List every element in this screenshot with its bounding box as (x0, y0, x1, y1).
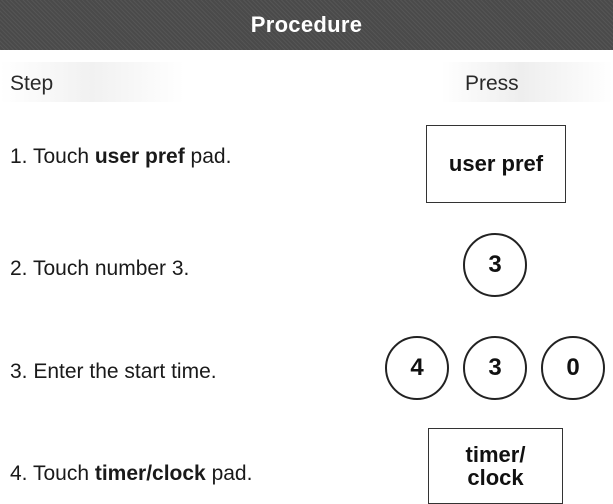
step-4-suffix: pad. (205, 462, 253, 485)
press-column-header: Press (465, 72, 519, 95)
step-2-text: 2. Touch number 3. (10, 257, 190, 280)
step-1-pad-name: user pref (94, 145, 185, 168)
step-4-prefix: 4. Touch (10, 462, 95, 485)
timer-clock-pad-label-line2: clock (467, 465, 524, 490)
number-3-key-second-label: 3 (488, 354, 502, 381)
number-0-key-label: 0 (566, 354, 580, 381)
column-headers: Step Press (0, 62, 613, 102)
timer-clock-pad[interactable]: timer/ clock (428, 428, 563, 504)
number-0-key[interactable]: 0 (541, 336, 605, 400)
number-3-key-label: 3 (488, 251, 502, 278)
step-2-instruction: 2. Touch number 3. (10, 257, 189, 281)
step-4-pad-name: timer/clock (94, 462, 206, 485)
user-pref-pad-label: user pref (448, 151, 544, 177)
procedure-title: Procedure (250, 12, 363, 37)
step-1-suffix: pad. (184, 145, 232, 168)
number-4-key[interactable]: 4 (385, 336, 449, 400)
step-3-text: 3. Enter the start time. (10, 360, 217, 383)
procedure-header: Procedure (0, 0, 613, 50)
step-1-prefix: 1. Touch (10, 145, 95, 168)
step-3-instruction: 3. Enter the start time. (10, 360, 217, 384)
timer-clock-pad-label-line1: timer/ (465, 441, 526, 467)
step-column-header: Step (10, 72, 54, 95)
number-4-key-label: 4 (410, 354, 424, 381)
step-4-instruction: 4. Touch timer/clock pad. (10, 462, 252, 486)
number-3-key[interactable]: 3 (463, 233, 527, 297)
number-3-key-second[interactable]: 3 (463, 336, 527, 400)
step-1-instruction: 1. Touch user pref pad. (10, 145, 231, 169)
user-pref-pad[interactable]: user pref (426, 125, 566, 203)
